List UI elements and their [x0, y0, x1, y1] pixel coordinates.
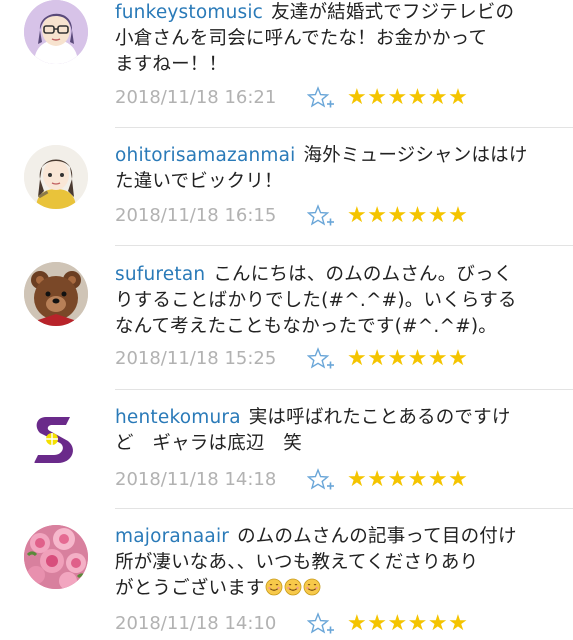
comment-timestamp: 2018/11/18 14:10	[115, 613, 277, 634]
smiling-face-emoji-icon	[284, 578, 302, 596]
comment-meta: 2018/11/18 14:18 ★★★★★★	[115, 465, 535, 495]
divider	[115, 508, 573, 509]
comment-username[interactable]: majoranaair	[115, 526, 229, 547]
purple-s-logo-avatar-icon[interactable]	[24, 407, 88, 471]
divider	[115, 245, 573, 246]
comment-username[interactable]: hentekomura	[115, 407, 241, 428]
comment-timestamp: 2018/11/18 15:25	[115, 348, 277, 369]
star-rating[interactable]: ★★★★★★	[347, 609, 468, 639]
emoji-group	[265, 578, 322, 599]
comment-username[interactable]: sufuretan	[115, 264, 205, 285]
comment-timestamp: 2018/11/18 16:21	[115, 87, 277, 108]
add-star-icon[interactable]	[306, 468, 335, 492]
add-star-icon[interactable]	[306, 86, 335, 110]
star-rating[interactable]: ★★★★★★	[347, 83, 468, 113]
comment-username[interactable]: funkeystomusic	[115, 2, 263, 23]
smiling-face-emoji-icon	[265, 578, 283, 596]
comment-meta: 2018/11/18 16:15 ★★★★★★	[115, 201, 535, 231]
add-star-icon[interactable]	[306, 612, 335, 636]
divider	[115, 389, 573, 390]
divider	[115, 127, 573, 128]
cartoon-girl-avatar-icon[interactable]	[24, 145, 88, 209]
star-rating[interactable]: ★★★★★★	[347, 344, 468, 374]
comment-timestamp: 2018/11/18 16:15	[115, 205, 277, 226]
comment-meta: 2018/11/18 16:21 ★★★★★★	[115, 83, 535, 113]
comment-timestamp: 2018/11/18 14:18	[115, 469, 277, 490]
teddy-bear-avatar-icon[interactable]	[24, 262, 88, 326]
comment-meta: 2018/11/18 15:25 ★★★★★★	[115, 344, 535, 374]
comment-username[interactable]: ohitorisamazanmai	[115, 145, 296, 166]
pink-roses-avatar-icon[interactable]	[24, 525, 88, 589]
comment-text: hentekomura 実は呼ばれたことあるのですけ ど ギャラは底辺 笑	[115, 407, 511, 454]
comment-text: ohitorisamazanmai 海外ミュージシャンははけ た違いでビックリ！	[115, 145, 528, 192]
star-rating[interactable]: ★★★★★★	[347, 201, 468, 231]
cartoon-glasses-avatar-icon[interactable]	[24, 0, 88, 64]
smiling-face-emoji-icon	[303, 578, 321, 596]
comment-text: funkeystomusic 友達が結婚式でフジテレビの 小倉さんを司会に呼んでた…	[115, 2, 515, 75]
comment-text: majoranaair のムのムさんの記事って目の付け 所が凄いなあ、、いつも教え…	[115, 526, 517, 599]
add-star-icon[interactable]	[306, 204, 335, 228]
star-rating[interactable]: ★★★★★★	[347, 465, 468, 495]
comment-meta: 2018/11/18 14:10 ★★★★★★	[115, 609, 535, 639]
add-star-icon[interactable]	[306, 347, 335, 371]
comment-text: sufuretan こんにちは、のムのムさん。びっく りすることばかりでした(#^…	[115, 264, 517, 337]
